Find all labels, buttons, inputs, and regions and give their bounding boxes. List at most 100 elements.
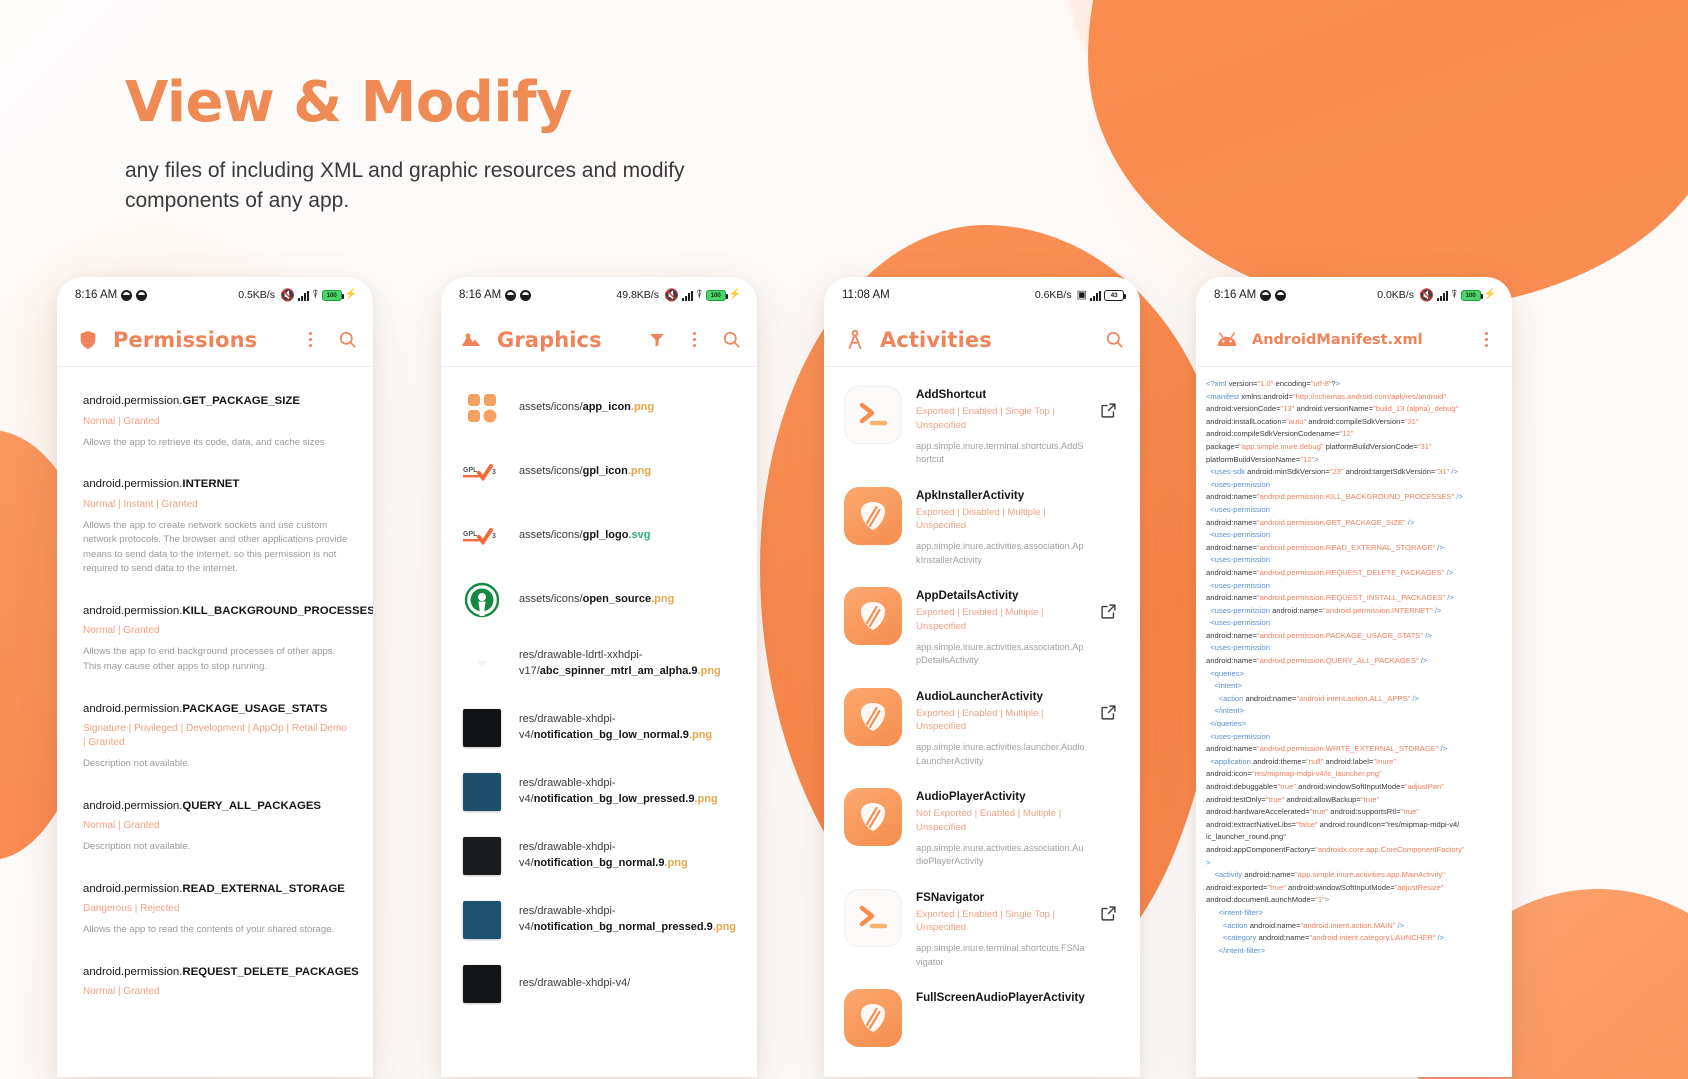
search-icon[interactable] bbox=[335, 328, 359, 352]
notification-dot-icon bbox=[1260, 289, 1272, 301]
signal-bars-icon bbox=[1436, 290, 1448, 301]
svg-text:3: 3 bbox=[492, 533, 496, 540]
xml-line: android:name="android.permission.GET_PAC… bbox=[1206, 517, 1415, 527]
activity-package: app.simple.inure.activities.association.… bbox=[916, 641, 1084, 666]
launch-activity-icon[interactable] bbox=[1100, 688, 1126, 726]
graphic-extension: .svg bbox=[628, 529, 651, 542]
graphic-item[interactable]: GPL 3 assets/icons/gpl_icon.png bbox=[441, 440, 757, 504]
activity-text-block: FullScreenAudioPlayerActivity bbox=[916, 989, 1086, 1004]
mute-icon: 🔇 bbox=[279, 288, 295, 302]
graphic-directory: assets/icons/ bbox=[519, 529, 583, 542]
launch-activity-icon[interactable] bbox=[1100, 587, 1126, 625]
graphics-scroll-area[interactable]: assets/icons/app_icon.png GPL 3 assets/icon… bbox=[441, 367, 757, 1077]
color-swatch bbox=[463, 901, 501, 939]
graphic-item[interactable]: assets/icons/open_source.png bbox=[441, 568, 757, 632]
launch-activity-icon[interactable] bbox=[1100, 386, 1126, 424]
activity-item[interactable]: AudioPlayerActivity Not Exported | Enable… bbox=[824, 778, 1140, 879]
graphic-extension: .png bbox=[694, 793, 718, 805]
activity-item[interactable]: AudioLauncherActivity Exported | Enabled … bbox=[824, 678, 1140, 779]
activity-name: FSNavigator bbox=[916, 890, 985, 904]
xml-line: <uses-permission bbox=[1210, 479, 1270, 489]
permission-item[interactable]: android.permission.REQUEST_DELETE_PACKAG… bbox=[57, 952, 373, 1014]
activities-scroll-area[interactable]: AddShortcut Exported | Enabled | Single T… bbox=[824, 367, 1140, 1077]
graphic-item[interactable]: assets/icons/app_icon.png bbox=[441, 376, 757, 440]
activity-package: app.simple.inure.activities.launcher.Aud… bbox=[916, 742, 1085, 766]
graphic-item[interactable]: res/drawable-xhdpi-v4/ bbox=[441, 952, 757, 1016]
search-icon[interactable] bbox=[719, 328, 743, 352]
app-bar: AndroidManifest.xml bbox=[1196, 313, 1512, 367]
app-bar: Permissions bbox=[57, 313, 373, 367]
filter-icon[interactable] bbox=[645, 328, 669, 352]
graphic-directory: assets/icons/ bbox=[519, 593, 583, 606]
inure-icon bbox=[844, 486, 902, 545]
xml-line: <uses-permission bbox=[1210, 555, 1270, 565]
permission-item[interactable]: android.permission.PACKAGE_USAGE_STATS Si… bbox=[57, 689, 373, 786]
xml-line: <uses-permission android:name="android.p… bbox=[1210, 605, 1442, 615]
activity-flags: Exported | Enabled | Single Top | Unspec… bbox=[916, 908, 1056, 934]
activity-item[interactable]: ApkInstallerActivity Exported | Disabled … bbox=[824, 477, 1140, 578]
graphic-path: assets/icons/app_icon.png bbox=[519, 400, 654, 416]
graphic-extension: .png bbox=[630, 401, 655, 414]
xml-line: <queries> bbox=[1210, 668, 1245, 678]
status-bar: 8:16 AM 0.0KB/s 🔇 ⍒ 100 ⚡ bbox=[1196, 277, 1512, 313]
xml-line: <uses-permission bbox=[1210, 530, 1270, 540]
graphic-thumbnail: GPL 3 bbox=[461, 451, 503, 493]
xml-line: </queries> bbox=[1210, 719, 1247, 729]
mountains-icon bbox=[460, 328, 484, 352]
activity-package: app.simple.inure.activities.association.… bbox=[916, 842, 1084, 867]
graphic-item[interactable]: res/drawable-xhdpi-v4/notification_bg_lo… bbox=[441, 760, 757, 824]
search-icon[interactable] bbox=[1102, 328, 1126, 352]
android-icon bbox=[1215, 328, 1239, 352]
xml-line: <uses-permission bbox=[1210, 643, 1270, 653]
inure-icon bbox=[844, 687, 902, 746]
xml-line: android:name="android.permission.KILL_BA… bbox=[1206, 492, 1463, 502]
activity-item[interactable]: AppDetailsActivity Exported | Enabled | M… bbox=[824, 577, 1140, 678]
activity-item[interactable]: AddShortcut Exported | Enabled | Single T… bbox=[824, 376, 1140, 477]
xml-line: android:documentLaunchMode="1"> bbox=[1206, 895, 1330, 905]
promo-screenshot: View & Modify any files of including XML… bbox=[0, 0, 1688, 1079]
status-bar-right: 0.5KB/s 🔇 ⍒ 100 ⚡ bbox=[238, 289, 357, 301]
graphic-filename: notification_bg_low_pressed.9 bbox=[533, 793, 695, 805]
permission-name: android.permission.KILL_BACKGROUND_PROCE… bbox=[83, 604, 373, 617]
activity-text-block: AudioLauncherActivity Exported | Enabled … bbox=[916, 688, 1086, 769]
terminal-icon bbox=[844, 386, 902, 444]
activity-item[interactable]: FullScreenAudioPlayerActivity bbox=[824, 979, 1140, 1057]
graphic-thumbnail bbox=[461, 579, 503, 621]
graphic-extension: .png bbox=[712, 921, 737, 933]
xml-line: </intent> bbox=[1214, 706, 1245, 716]
xml-line: <action android:name="android.intent.act… bbox=[1222, 920, 1405, 930]
permission-description: Allows the app to read the contents of y… bbox=[83, 924, 335, 936]
graphic-item[interactable]: GPL 3 assets/icons/gpl_logo.svg bbox=[441, 504, 757, 568]
permission-name: android.permission.GET_PACKAGE_SIZE bbox=[83, 395, 300, 407]
status-bar-right: 49.8KB/s 🔇 ⍒ 100 ⚡ bbox=[616, 289, 741, 301]
graphic-filename: notification_bg_low_normal.9 bbox=[533, 729, 689, 741]
permission-item[interactable]: android.permission.QUERY_ALL_PACKAGES Nor… bbox=[57, 786, 373, 869]
overflow-menu-icon[interactable] bbox=[1474, 328, 1498, 352]
compass-icon bbox=[843, 328, 867, 352]
xml-line: android:hardwareAccelerated="true" andro… bbox=[1206, 807, 1420, 817]
permissions-scroll-area[interactable]: android.permission.GET_PACKAGE_SIZE Norma… bbox=[57, 367, 373, 1077]
battery-icon: 100 bbox=[705, 289, 728, 301]
graphic-filename: abc_spinner_mtrl_am_alpha.9 bbox=[539, 665, 698, 677]
graphic-item[interactable]: res/drawable-xhdpi-v4/notification_bg_no… bbox=[441, 824, 757, 888]
permission-item[interactable]: android.permission.INTERNET Normal | Inst… bbox=[57, 464, 373, 591]
app-title: Activities bbox=[880, 327, 992, 352]
graphic-item[interactable]: res/drawable-xhdpi-v4/notification_bg_lo… bbox=[441, 696, 757, 760]
graphic-item[interactable]: res/drawable-ldrtl-xxhdpi-v17/abc_spinne… bbox=[441, 632, 757, 696]
activity-item[interactable]: FSNavigator Exported | Enabled | Single T… bbox=[824, 879, 1140, 980]
overflow-menu-icon[interactable] bbox=[682, 328, 706, 352]
overflow-menu-icon[interactable] bbox=[298, 328, 322, 352]
graphic-thumbnail bbox=[461, 707, 503, 749]
activity-name: AudioLauncherActivity bbox=[916, 689, 1043, 703]
status-bar-right: 0.6KB/s ▣ 43 bbox=[1035, 289, 1126, 301]
permission-name: android.permission.REQUEST_DELETE_PACKAG… bbox=[83, 965, 359, 978]
graphic-item[interactable]: res/drawable-xhdpi-v4/notification_bg_no… bbox=[441, 888, 757, 952]
graphic-filename: notification_bg_normal.9 bbox=[533, 857, 665, 869]
permission-item[interactable]: android.permission.GET_PACKAGE_SIZE Norma… bbox=[57, 381, 373, 464]
notification-dot-icon bbox=[136, 289, 148, 301]
permission-item[interactable]: android.permission.KILL_BACKGROUND_PROCE… bbox=[57, 591, 373, 689]
launch-activity-icon[interactable] bbox=[1100, 889, 1126, 927]
permission-item[interactable]: android.permission.READ_EXTERNAL_STORAGE… bbox=[57, 869, 373, 952]
page-subtitle: any files of including XML and graphic r… bbox=[125, 158, 685, 212]
manifest-scroll-area[interactable]: <?xml version="1.0" encoding="utf-8"?> <m… bbox=[1196, 367, 1512, 1077]
